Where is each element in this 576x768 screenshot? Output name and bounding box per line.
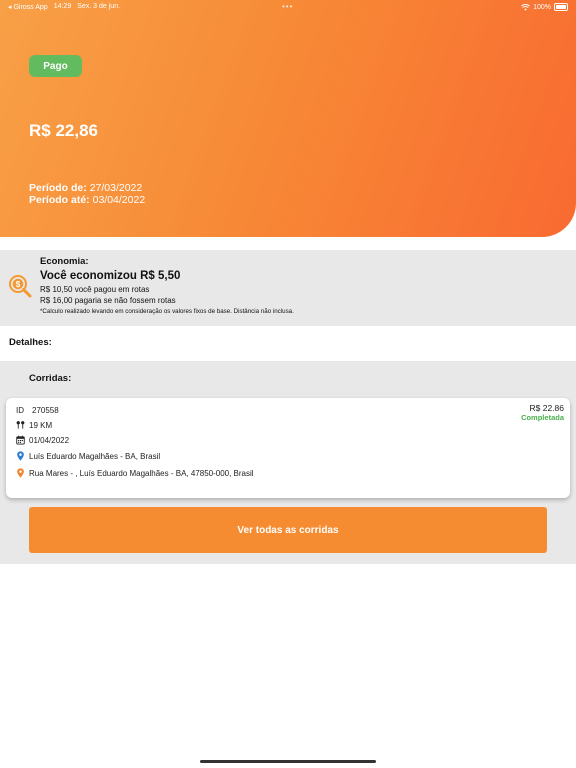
- header-banner: Pago R$ 22,86 Período de: 27/03/2022 Per…: [0, 0, 576, 237]
- back-to-app-link[interactable]: ◂ Giross App: [8, 3, 48, 11]
- savings-footnote: *Calculo realizado levando em consideraç…: [40, 308, 294, 315]
- money-search-icon: $: [9, 275, 32, 298]
- details-heading: Detalhes:: [9, 337, 52, 348]
- period-to: Período até: 03/04/2022: [29, 194, 145, 206]
- id-label: ID: [16, 405, 24, 415]
- ride-id-row: ID 270558: [16, 405, 59, 415]
- status-time: 14:29: [53, 3, 72, 10]
- savings-would-pay-line: R$ 16,00 pagaria se não fossem rotas: [40, 296, 176, 305]
- ride-origin-row: Luís Eduardo Magalhães - BA, Brasil: [16, 451, 160, 461]
- ride-date: 01/04/2022: [29, 435, 70, 445]
- origin-pin-icon: [17, 451, 24, 461]
- ride-id: 270558: [32, 405, 59, 415]
- ride-destination-row: Rua Mares - , Luís Eduardo Magalhães - B…: [16, 468, 254, 478]
- ride-card[interactable]: ID 270558 19 KM 01/04/2022 Luís Eduardo …: [6, 398, 570, 498]
- rides-heading: Corridas:: [29, 373, 72, 384]
- period-from-label: Período de:: [29, 182, 87, 194]
- status-badge: Pago: [29, 55, 82, 77]
- ride-price: R$ 22.86: [529, 403, 565, 413]
- ride-destination: Rua Mares - , Luís Eduardo Magalhães - B…: [29, 468, 254, 478]
- savings-headline: Você economizou R$ 5,50: [40, 270, 181, 282]
- savings-paid-line: R$ 10,50 você pagou em rotas: [40, 285, 150, 294]
- ride-distance: 19 KM: [29, 420, 53, 430]
- multitask-dots[interactable]: •••: [282, 2, 293, 11]
- home-indicator[interactable]: [200, 760, 376, 763]
- period-from-value: 27/03/2022: [89, 182, 143, 194]
- battery-icon: [554, 3, 568, 11]
- period-from: Período de: 27/03/2022: [29, 182, 142, 194]
- calendar-icon: [16, 435, 25, 445]
- total-amount: R$ 22,86: [29, 121, 98, 140]
- status-date: Sex. 3 de jun.: [77, 3, 121, 10]
- ride-distance-row: 19 KM: [16, 420, 52, 430]
- destination-pin-icon: [17, 468, 24, 478]
- ride-date-row: 01/04/2022: [16, 435, 69, 445]
- route-distance-icon: [16, 421, 25, 429]
- savings-title: Economia:: [40, 256, 89, 267]
- status-bar: ◂ Giross App 14:29 Sex. 3 de jun. ••• 10…: [0, 0, 576, 14]
- period-to-value: 03/04/2022: [92, 194, 146, 206]
- svg-text:$: $: [16, 280, 21, 289]
- wifi-icon: [521, 3, 531, 11]
- ride-status: Completada: [521, 413, 564, 422]
- battery-percent: 100%: [533, 3, 551, 11]
- period-to-label: Período até:: [29, 194, 90, 206]
- ride-origin: Luís Eduardo Magalhães - BA, Brasil: [29, 451, 161, 461]
- view-all-rides-button[interactable]: Ver todas as corridas: [29, 507, 547, 553]
